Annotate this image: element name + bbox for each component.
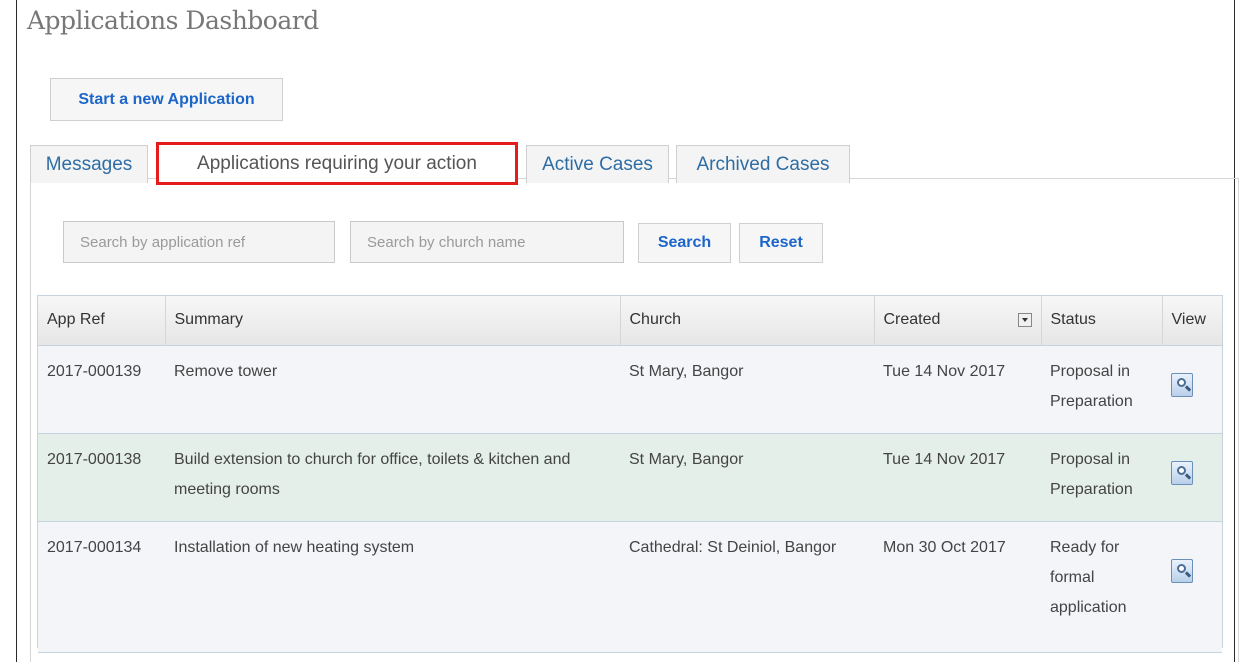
column-header-app-ref[interactable]: App Ref xyxy=(38,296,166,346)
cell-summary: Remove tower xyxy=(174,362,278,380)
magnifier-document-icon[interactable] xyxy=(1171,460,1193,485)
column-header-status[interactable]: Status xyxy=(1041,296,1163,346)
cell-status: Proposal in Preparation xyxy=(1050,450,1133,498)
page-title: Applications Dashboard xyxy=(27,6,319,35)
search-button[interactable]: Search xyxy=(638,223,731,263)
dropdown-arrow-icon[interactable] xyxy=(1017,313,1032,328)
cell-summary: Installation of new heating system xyxy=(174,538,415,556)
cell-app-ref: 2017-000138 xyxy=(47,450,142,468)
cell-created: Tue 14 Nov 2017 xyxy=(883,450,1006,468)
cell-created: Mon 30 Oct 2017 xyxy=(883,538,1006,556)
cell-status: Ready for formal application xyxy=(1050,538,1127,616)
cell-view xyxy=(1162,521,1222,652)
table-row[interactable]: 2017-000134 Installation of new heating … xyxy=(38,521,1222,652)
applications-table: App Ref Summary Church Created Status Vi… xyxy=(37,295,1223,652)
search-app-ref-input[interactable] xyxy=(63,221,335,263)
cell-church: Cathedral: St Deiniol, Bangor xyxy=(629,538,837,556)
table-row[interactable]: 2017-000139 Remove tower St Mary, Bangor… xyxy=(38,345,1222,433)
cell-app-ref: 2017-000139 xyxy=(47,362,142,380)
tab-archived-cases[interactable]: Archived Cases xyxy=(676,145,850,183)
column-header-summary[interactable]: Summary xyxy=(165,296,621,346)
magnifier-document-icon[interactable] xyxy=(1171,372,1193,397)
table-header-row: App Ref Summary Church Created Status Vi… xyxy=(38,296,1222,346)
column-header-view: View xyxy=(1162,296,1222,346)
tab-applications-requiring-action[interactable]: Applications requiring your action xyxy=(156,142,518,185)
cell-church: St Mary, Bangor xyxy=(629,450,744,468)
cell-view xyxy=(1162,345,1222,433)
cell-created: Tue 14 Nov 2017 xyxy=(883,362,1006,380)
column-header-created[interactable]: Created xyxy=(874,296,1042,346)
cell-church: St Mary, Bangor xyxy=(629,362,744,380)
magnifier-document-icon[interactable] xyxy=(1171,558,1193,583)
cell-app-ref: 2017-000134 xyxy=(47,538,142,556)
search-church-name-input[interactable] xyxy=(350,221,624,263)
reset-button[interactable]: Reset xyxy=(739,223,823,263)
column-header-church[interactable]: Church xyxy=(620,296,875,346)
cell-summary: Build extension to church for office, to… xyxy=(174,450,571,498)
cell-status: Proposal in Preparation xyxy=(1050,362,1133,410)
start-new-application-button[interactable]: Start a new Application xyxy=(50,78,283,121)
column-header-created-label: Created xyxy=(883,311,941,329)
cell-view xyxy=(1162,433,1222,521)
table-row[interactable]: 2017-000138 Build extension to church fo… xyxy=(38,433,1222,521)
tab-messages[interactable]: Messages xyxy=(30,145,148,183)
tab-active-cases[interactable]: Active Cases xyxy=(526,145,669,183)
